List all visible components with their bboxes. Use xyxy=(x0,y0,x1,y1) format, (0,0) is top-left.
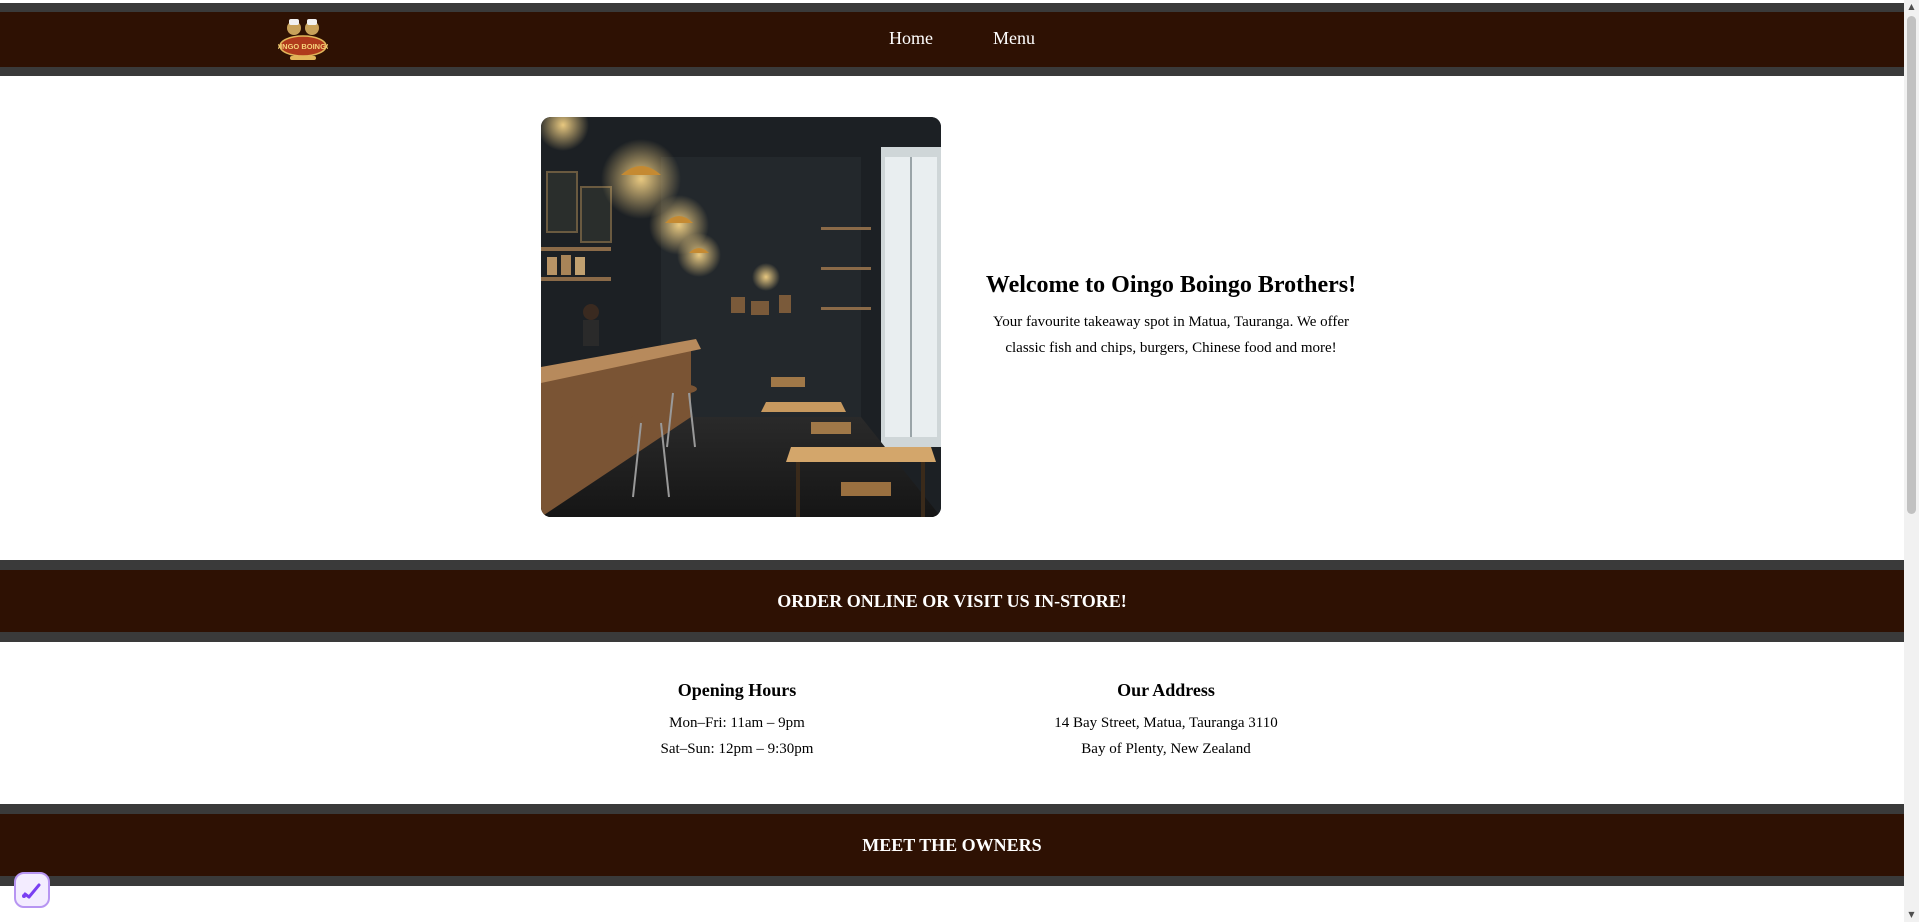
nav-link-menu[interactable]: Menu xyxy=(993,28,1035,49)
order-banner-bottom-border xyxy=(0,632,1904,642)
navbar: OINGO BOINGO Home Menu xyxy=(0,12,1904,68)
opening-hours-title: Opening Hours xyxy=(677,680,797,700)
welcome-section: Welcome to Oingo Boingo Brothers! Your f… xyxy=(975,272,1367,361)
our-address: Our Address 14 Bay Street, Matua, Tauran… xyxy=(1016,680,1316,762)
page: OINGO BOINGO Home Menu xyxy=(0,0,1904,922)
vertical-scrollbar[interactable]: ▲ ▼ xyxy=(1904,0,1919,922)
address-line-1: 14 Bay Street, Matua, Tauranga 3110 xyxy=(1054,715,1278,731)
scrollbar-thumb[interactable] xyxy=(1907,16,1916,514)
brand-logo[interactable]: OINGO BOINGO xyxy=(274,16,332,62)
cafe-interior-image xyxy=(541,117,941,517)
opening-hours: Opening Hours Mon–Fri: 11am – 9pm Sat–Su… xyxy=(614,680,860,762)
pen-check-icon xyxy=(22,883,41,899)
scroll-up-arrow-icon[interactable]: ▲ xyxy=(1907,2,1916,11)
order-banner: ORDER ONLINE OR VISIT US IN-STORE! xyxy=(0,570,1904,632)
nav-link-home[interactable]: Home xyxy=(889,28,933,49)
opening-hours-weekday: Mon–Fri: 11am – 9pm xyxy=(669,715,805,731)
owners-banner-top-border xyxy=(0,804,1904,814)
order-banner-top-border xyxy=(0,560,1904,570)
owners-banner: MEET THE OWNERS xyxy=(0,814,1904,876)
welcome-title: Welcome to Oingo Boingo Brothers! xyxy=(985,272,1357,298)
owners-banner-bottom-border xyxy=(0,876,1904,886)
address-line-2: Bay of Plenty, New Zealand xyxy=(1081,741,1251,757)
welcome-description: Your favourite takeaway spot in Matua, T… xyxy=(992,314,1350,356)
logo-text: OINGO BOINGO xyxy=(278,42,328,51)
navbar-bottom-border xyxy=(0,67,1904,76)
address-title: Our Address xyxy=(1117,680,1215,700)
scroll-down-arrow-icon[interactable]: ▼ xyxy=(1907,910,1916,919)
floating-editor-button[interactable] xyxy=(14,872,50,908)
opening-hours-weekend: Sat–Sun: 12pm – 9:30pm xyxy=(660,741,814,757)
